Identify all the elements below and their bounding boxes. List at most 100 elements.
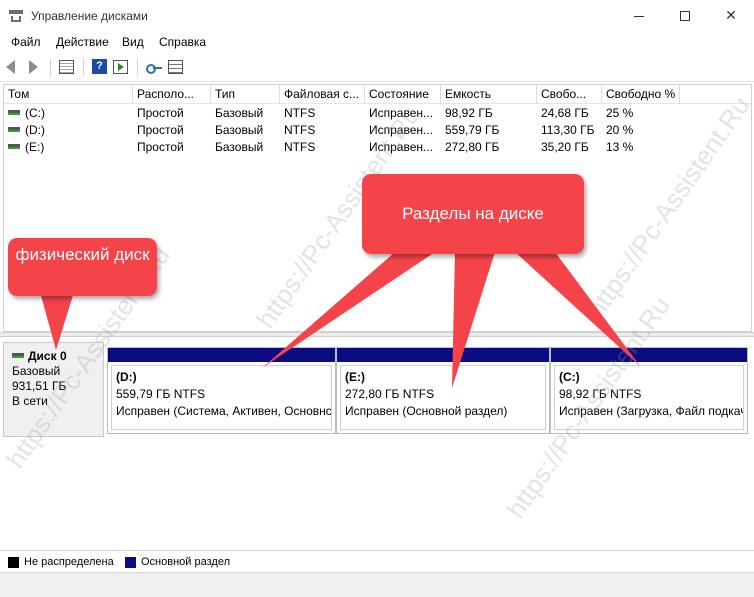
partition-name: (D:) [116, 370, 137, 384]
free-cell: 35,20 ГБ [541, 140, 589, 154]
action-pane-icon[interactable] [113, 59, 129, 75]
menu-bar: Файл Действие Вид Справка [0, 32, 754, 52]
primary-swatch [125, 557, 136, 568]
partition-name: (C:) [559, 370, 580, 384]
menu-file[interactable]: Файл [11, 35, 41, 49]
column-volume[interactable]: Том [4, 85, 133, 104]
status-cell: Исправен... [369, 106, 434, 120]
volume-name: (E:) [25, 140, 45, 154]
drive-icon [8, 144, 20, 150]
partition-details: (D:) 559,79 ГБ NTFS Исправен (Система, А… [111, 365, 332, 430]
maximize-icon [680, 11, 690, 22]
column-free[interactable]: Свобо... [537, 85, 602, 104]
toolbar: ? [0, 52, 754, 82]
physical-disk-callout: физический диск [8, 238, 157, 296]
drive-icon [8, 110, 20, 116]
partition-details: (E:) 272,80 ГБ NTFS Исправен (Основной р… [340, 365, 546, 430]
volume-list-header: Том Располо... Тип Файловая с... Состоян… [4, 85, 751, 104]
connect-icon[interactable] [146, 59, 162, 75]
free-percent-cell: 25 % [606, 106, 634, 120]
maximize-button[interactable] [662, 0, 708, 30]
disk-management-icon [9, 10, 23, 22]
column-type[interactable]: Тип [211, 85, 280, 104]
table-row[interactable]: (E:) Простой Базовый NTFS Исправен... 27… [4, 139, 751, 156]
column-capacity[interactable]: Емкость [441, 85, 537, 104]
volume-name: (D:) [25, 123, 45, 137]
disk-icon [12, 353, 24, 359]
partition-name: (E:) [345, 370, 365, 384]
type-cell: Базовый [215, 140, 264, 154]
volume-name-cell: (C:) [4, 105, 133, 122]
free-percent-cell: 20 % [606, 123, 634, 137]
volume-name-cell: (E:) [4, 139, 133, 156]
partitions-callout: Разделы на диске [362, 174, 584, 254]
capacity-cell: 559,79 ГБ [445, 123, 500, 137]
filesystem-cell: NTFS [284, 106, 316, 120]
close-button[interactable]: ✕ [708, 0, 754, 30]
toolbar-separator [137, 58, 138, 76]
close-icon: ✕ [725, 7, 737, 23]
menu-action[interactable]: Действие [56, 35, 109, 49]
volume-name-cell: (D:) [4, 122, 133, 139]
filesystem-cell: NTFS [284, 140, 316, 154]
title-bar: Управление дисками ✕ [0, 0, 754, 32]
minimize-button[interactable] [616, 0, 662, 30]
unallocated-swatch [8, 557, 19, 568]
status-cell: Исправен... [369, 123, 434, 137]
partition-e[interactable]: (E:) 272,80 ГБ NTFS Исправен (Основной р… [336, 347, 550, 434]
disk-type: Базовый [12, 364, 61, 378]
column-free-percent[interactable]: Свободно % [602, 85, 680, 104]
menu-help[interactable]: Справка [159, 35, 206, 49]
filesystem-cell: NTFS [284, 123, 316, 137]
disk-info[interactable]: Диск 0 Базовый 931,51 ГБ В сети [3, 342, 104, 437]
status-bar [0, 572, 754, 597]
toolbar-separator [50, 58, 51, 76]
minimize-icon [634, 15, 644, 17]
table-row[interactable]: (C:) Простой Базовый NTFS Исправен... 98… [4, 105, 751, 122]
partition-c[interactable]: (C:) 98,92 ГБ NTFS Исправен (Загрузка, Ф… [550, 347, 748, 434]
disk-view: Диск 0 Базовый 931,51 ГБ В сети (D:) 559… [0, 337, 754, 550]
column-status[interactable]: Состояние [365, 85, 441, 104]
column-filesystem[interactable]: Файловая с... [280, 85, 365, 104]
layout-cell: Простой [137, 106, 184, 120]
back-icon[interactable] [6, 59, 22, 75]
free-percent-cell: 13 % [606, 140, 634, 154]
table-row[interactable]: (D:) Простой Базовый NTFS Исправен... 55… [4, 122, 751, 139]
toolbar-separator [83, 58, 84, 76]
layout-cell: Простой [137, 140, 184, 154]
help-icon[interactable]: ? [92, 59, 108, 75]
volume-name: (C:) [25, 106, 45, 120]
primary-partition-bar [337, 348, 549, 362]
capacity-cell: 272,80 ГБ [445, 140, 500, 154]
type-cell: Базовый [215, 123, 264, 137]
partition-size: 272,80 ГБ NTFS [345, 387, 435, 401]
type-cell: Базовый [215, 106, 264, 120]
disk-state: В сети [12, 394, 48, 408]
partition-size: 559,79 ГБ NTFS [116, 387, 206, 401]
primary-partition-bar [551, 348, 747, 362]
partition-d[interactable]: (D:) 559,79 ГБ NTFS Исправен (Система, А… [107, 347, 336, 434]
free-cell: 113,30 ГБ [541, 123, 595, 137]
show-list-icon[interactable] [59, 59, 75, 75]
partition-size: 98,92 ГБ NTFS [559, 387, 642, 401]
legend-unallocated: Не распределена [24, 556, 114, 568]
layout-cell: Простой [137, 123, 184, 137]
drive-icon [8, 127, 20, 133]
forward-icon[interactable] [24, 59, 40, 75]
capacity-cell: 98,92 ГБ [445, 106, 493, 120]
status-cell: Исправен... [369, 140, 434, 154]
free-cell: 24,68 ГБ [541, 106, 589, 120]
primary-partition-bar [108, 348, 335, 362]
disk-size: 931,51 ГБ [12, 379, 67, 393]
legend-primary: Основной раздел [141, 556, 230, 568]
partition-details: (C:) 98,92 ГБ NTFS Исправен (Загрузка, Ф… [554, 365, 744, 430]
column-layout[interactable]: Располо... [133, 85, 211, 104]
menu-view[interactable]: Вид [122, 35, 144, 49]
partition-status: Исправен (Загрузка, Файл подкач [559, 404, 744, 418]
properties-icon[interactable] [168, 59, 184, 75]
partition-status: Исправен (Основной раздел) [345, 404, 508, 418]
disk-name: Диск 0 [28, 349, 67, 363]
partition-status: Исправен (Система, Активен, Основнс [116, 404, 332, 418]
legend: Не распределена Основной раздел [0, 550, 754, 572]
window-title: Управление дисками [31, 9, 148, 23]
